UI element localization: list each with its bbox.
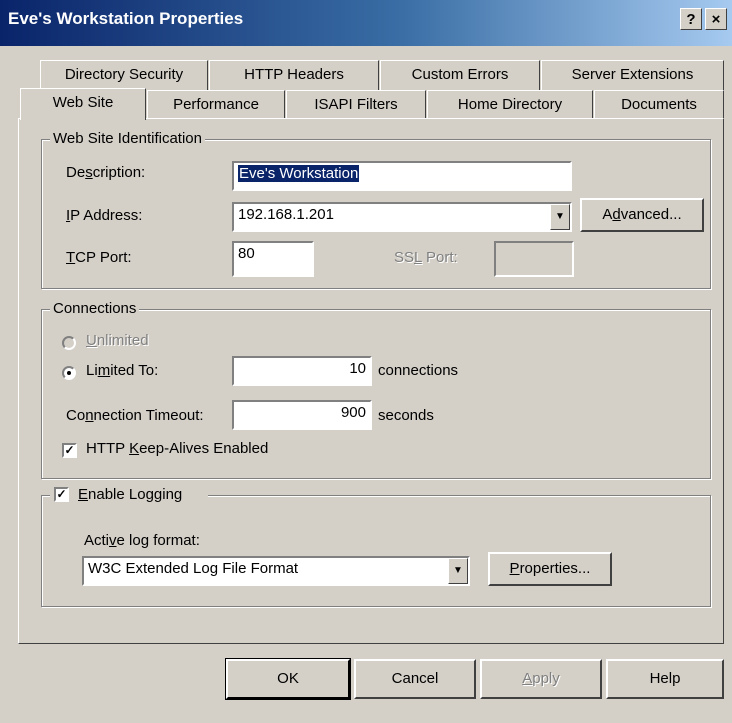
limited-to-radio[interactable] xyxy=(62,366,76,380)
tab-isapi-filters[interactable]: ISAPI Filters xyxy=(286,90,426,120)
checkmark-icon: ✓ xyxy=(64,443,75,457)
tab-http-headers[interactable]: HTTP Headers xyxy=(209,60,379,90)
help-button[interactable]: ? xyxy=(680,8,702,30)
description-label: Description: xyxy=(66,164,146,181)
unlimited-radio[interactable] xyxy=(62,336,76,350)
group-label: Connections xyxy=(50,300,140,317)
help-dialog-button[interactable]: Help xyxy=(606,659,724,699)
close-button[interactable]: × xyxy=(705,8,727,30)
group-connections: Connections Unlimited Limited To: 10 con… xyxy=(41,300,711,479)
group-label: Web Site Identification xyxy=(50,130,205,147)
group-web-site-identification: Web Site Identification Description: Eve… xyxy=(41,130,711,289)
keepalive-label: HTTP Keep-Alives Enabled xyxy=(86,440,269,457)
ssl-port-label: SSL Port: xyxy=(394,249,458,266)
tab-web-site[interactable]: Web Site xyxy=(20,88,146,120)
tcp-port-input[interactable]: 80 xyxy=(232,241,314,277)
title-bar[interactable]: Eve's Workstation Properties ? × xyxy=(0,0,732,46)
enable-logging-header: ✓ Enable Logging xyxy=(50,486,208,506)
keepalive-checkbox[interactable]: ✓ xyxy=(62,443,77,458)
connection-timeout-label: Connection Timeout: xyxy=(66,407,204,424)
enable-logging-checkbox[interactable]: ✓ xyxy=(54,487,69,502)
ip-address-select[interactable]: 192.168.1.201 ▼ xyxy=(232,202,572,232)
group-logging: ✓ Enable Logging Active log format: W3C … xyxy=(41,486,711,607)
tab-custom-errors[interactable]: Custom Errors xyxy=(380,60,540,90)
active-log-format-label: Active log format: xyxy=(84,532,200,549)
advanced-button[interactable]: Advanced... xyxy=(580,198,704,232)
ssl-port-input[interactable] xyxy=(494,241,574,277)
tab-home-directory[interactable]: Home Directory xyxy=(427,90,593,120)
cancel-button[interactable]: Cancel xyxy=(354,659,476,699)
enable-logging-label: Enable Logging xyxy=(78,486,183,503)
ip-address-label: IP Address: xyxy=(66,207,143,224)
chevron-down-icon[interactable]: ▼ xyxy=(550,204,570,230)
connections-unit-label: connections xyxy=(378,362,459,379)
limited-to-label: Limited To: xyxy=(86,362,159,379)
description-input[interactable]: Eve's Workstation xyxy=(232,161,572,191)
close-icon: × xyxy=(711,11,721,28)
log-properties-button[interactable]: Properties... xyxy=(488,552,612,586)
tcp-port-label: TCP Port: xyxy=(66,249,132,266)
window-title: Eve's Workstation Properties xyxy=(8,9,244,28)
unlimited-label: Unlimited xyxy=(86,332,149,349)
tab-directory-security[interactable]: Directory Security xyxy=(40,60,208,90)
tab-performance[interactable]: Performance xyxy=(147,90,285,120)
checkmark-icon: ✓ xyxy=(56,487,67,501)
help-icon: ? xyxy=(686,11,696,28)
tab-documents[interactable]: Documents xyxy=(594,90,724,120)
log-format-select[interactable]: W3C Extended Log File Format ▼ xyxy=(82,556,470,586)
seconds-unit-label: seconds xyxy=(378,407,434,424)
limited-to-input[interactable]: 10 xyxy=(232,356,372,386)
connection-timeout-input[interactable]: 900 xyxy=(232,400,372,430)
tab-panel-web-site: Web Site Identification Description: Eve… xyxy=(18,118,724,644)
tab-server-extensions[interactable]: Server Extensions xyxy=(541,60,724,90)
apply-button[interactable]: Apply xyxy=(480,659,602,699)
ok-button[interactable]: OK xyxy=(225,658,351,700)
chevron-down-icon[interactable]: ▼ xyxy=(448,558,468,584)
